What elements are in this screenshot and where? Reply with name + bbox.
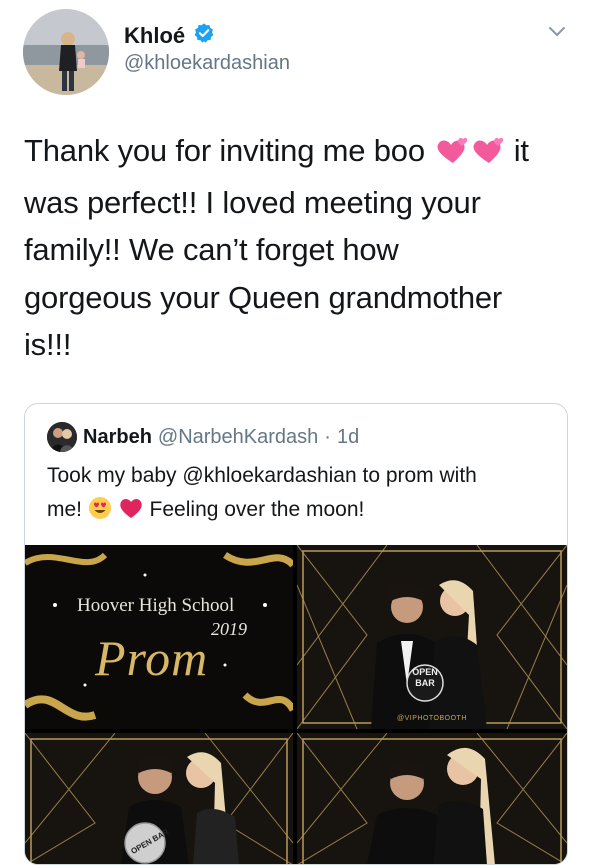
school-name: Hoover High School [77, 595, 235, 616]
tweet-line: it [513, 133, 529, 168]
red-heart-icon [118, 496, 144, 531]
author-avatar[interactable] [23, 9, 109, 95]
quoted-photo[interactable]: Hoover High School 2019 Prom OPEN BAR @V… [25, 545, 567, 864]
tweet-line: Thank you for inviting me boo [24, 133, 425, 168]
photo-booth-scene [25, 733, 293, 864]
quoted-tweet-card[interactable]: Narbeh @NarbehKardash · 1d Took my baby @k… [24, 403, 568, 865]
quoted-author-name[interactable]: Narbeh [83, 426, 152, 449]
quoted-avatar[interactable] [47, 422, 77, 452]
quoted-line: me! [47, 498, 83, 521]
two-hearts-icon [433, 131, 469, 179]
chevron-down-icon[interactable] [548, 25, 566, 43]
verified-badge-icon [193, 22, 215, 49]
dot-separator: · [324, 425, 331, 448]
photo-panel-bottom-right [297, 733, 567, 864]
open-bar-sign: OPEN BAR [409, 667, 441, 689]
prom-title: Prom [95, 630, 209, 686]
avatar-photo [23, 9, 109, 95]
author-name[interactable]: Khloé [124, 23, 185, 49]
prom-invitation-panel: Hoover High School 2019 Prom [25, 545, 293, 729]
author-handle[interactable]: @khloekardashian [124, 52, 290, 75]
quoted-header: Narbeh @NarbehKardash · 1d [47, 422, 359, 452]
tweet-line: family!! We can’t forget how [24, 232, 399, 267]
quoted-timestamp[interactable]: 1d [337, 426, 359, 449]
heart-eyes-icon [88, 496, 112, 531]
quoted-author-handle[interactable]: @NarbehKardash [158, 426, 318, 449]
two-hearts-icon [469, 131, 505, 179]
photo-panel-bottom-left: OPEN BAR [25, 733, 293, 864]
tweet-line: was perfect!! I loved meeting your [24, 184, 481, 220]
author-name-row: Khloé [124, 22, 215, 49]
sign-text-line2: BAR [415, 678, 435, 688]
quoted-line: Feeling over the moon! [149, 498, 365, 521]
photo-booth-scene [297, 733, 567, 864]
tweet-line: is!!! [24, 327, 72, 362]
geometric-backdrop [297, 545, 567, 729]
tweet-text: Thank you for inviting me boo it was per… [24, 127, 572, 369]
tweet-line: gorgeous your Queen grandmother [24, 279, 503, 315]
booth-footer: @VIPHOTOBOOTH [397, 715, 467, 722]
quoted-line: Took my baby @khloekardashian to prom wi… [47, 464, 477, 487]
prom-year: 2019 [211, 619, 247, 639]
quoted-text: Took my baby @khloekardashian to prom wi… [47, 459, 557, 531]
photo-panel-top-right: OPEN BAR @VIPHOTOBOOTH [297, 545, 567, 729]
sign-text-line1: OPEN [412, 667, 438, 677]
